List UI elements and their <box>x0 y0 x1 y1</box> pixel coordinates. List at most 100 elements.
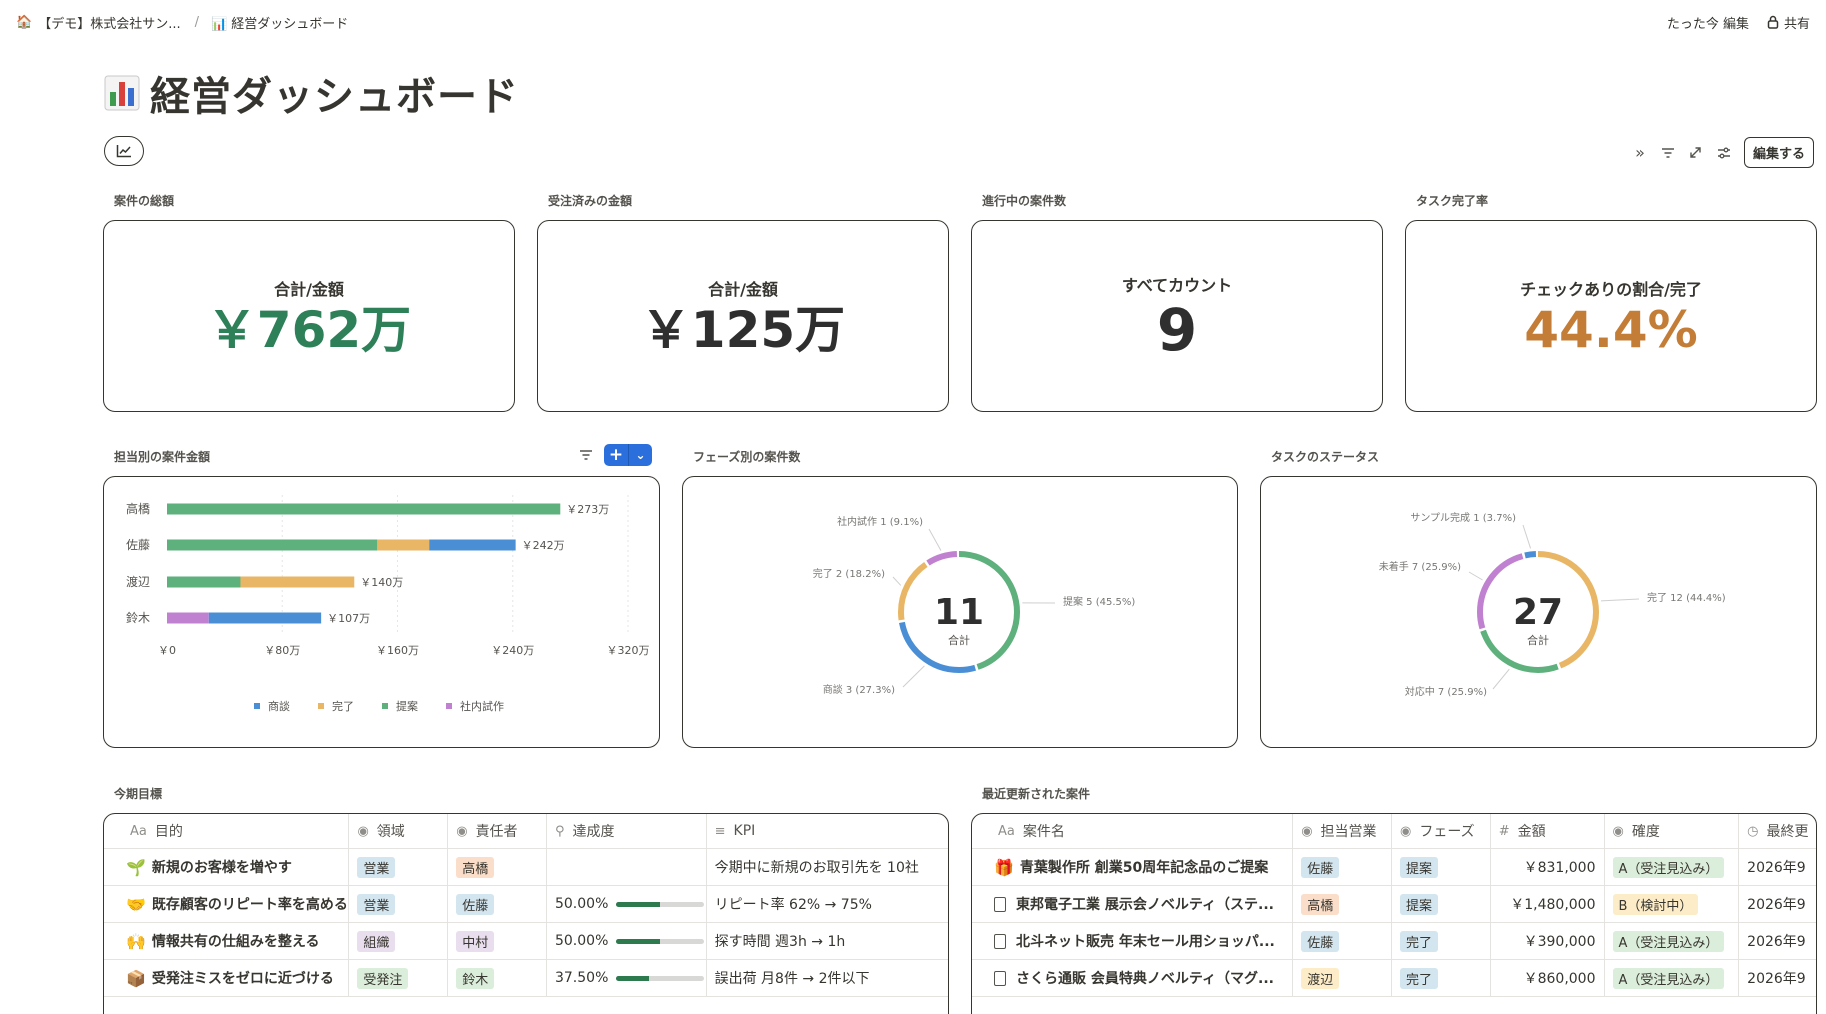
goal-name-cell[interactable]: 🙌 情報共有の仕組みを整える <box>104 923 350 959</box>
deal-name-cell[interactable]: 北斗ネット販売 年末セール用ショッパ... <box>972 923 1294 959</box>
bar-segment[interactable] <box>377 539 430 551</box>
goal-kpi: 今期中に新規のお取引先を 10社 <box>714 860 919 876</box>
deal-row[interactable]: 東邦電子工業 展示会ノベルティ（ステ... 高橋 提案 ￥1,480,000 B（検討中… <box>972 886 1816 923</box>
deal-phase-cell[interactable]: 提案 <box>1392 886 1491 922</box>
goals-col-kpi[interactable]: ≡ KPI <box>707 814 948 848</box>
recent-col-amount[interactable]: # 金額 <box>1491 814 1605 848</box>
deal-confidence-cell[interactable]: A（受注見込み） <box>1605 849 1740 885</box>
deal-confidence-cell[interactable]: B（検討中） <box>1605 886 1740 922</box>
bar-segment[interactable] <box>429 539 516 551</box>
recent-col-name[interactable]: Aa 案件名 <box>972 814 1294 848</box>
double-chevron-icon[interactable]: » <box>1632 143 1648 162</box>
slice-label: サンプル完成 1 (3.7%) <box>1410 511 1516 524</box>
goal-owner-cell[interactable]: 中村 <box>448 923 547 959</box>
deal-rep-cell[interactable]: 佐藤 <box>1293 849 1392 885</box>
recent-col-confidence[interactable]: ◉ 確度 <box>1605 814 1740 848</box>
deal-name-cell[interactable]: さくら通販 会員特典ノベルティ（マグ... <box>972 960 1294 996</box>
goal-owner-cell[interactable]: 佐藤 <box>448 886 547 922</box>
phase-donut-card[interactable]: 提案 5 (45.5%) 商談 3 (27.3%) 完了 2 (18.2%) 社内試作… <box>682 476 1238 748</box>
deal-row[interactable]: さくら通販 会員特典ノベルティ（マグ... 渡辺 完了 ￥860,000 A（受注見込み… <box>972 960 1816 997</box>
add-button[interactable]: + <box>604 444 628 466</box>
goal-progress-cell[interactable] <box>547 849 707 885</box>
bar-segment[interactable] <box>167 612 209 624</box>
goal-area-cell[interactable]: 受発注 <box>349 960 449 996</box>
filter-icon[interactable] <box>1660 145 1676 161</box>
recent-deals-table: Aa 案件名 ◉ 担当営業 ◉ フェーズ # 金額 ◉ 確度 ◷ 最終更 🎁 青葉製作所 創業… <box>971 813 1817 1014</box>
kpi-card-active[interactable]: すべてカウント 9 <box>971 220 1383 412</box>
goals-col-progress[interactable]: ⚲ 達成度 <box>547 814 707 848</box>
goal-row[interactable]: 🙌 情報共有の仕組みを整える 組織 中村 50.00% 探す時間 週3h → 1h <box>104 923 948 960</box>
deal-amount-cell[interactable]: ￥860,000 <box>1491 960 1605 996</box>
goal-kpi-cell[interactable]: 今期中に新規のお取引先を 10社 <box>707 849 948 885</box>
deal-amount-cell[interactable]: ￥1,480,000 <box>1491 886 1605 922</box>
deal-confidence-cell[interactable]: A（受注見込み） <box>1605 960 1740 996</box>
filter-icon[interactable] <box>578 447 594 463</box>
kpi-card-total[interactable]: 合計/金額 ￥762万 <box>103 220 515 412</box>
goal-area-cell[interactable]: 営業 <box>349 886 449 922</box>
goals-col-area[interactable]: ◉ 領域 <box>349 814 449 848</box>
deal-phase-cell[interactable]: 提案 <box>1392 849 1491 885</box>
bar-chart-emoji-icon <box>104 75 140 111</box>
breadcrumb-workspace[interactable]: 【デモ】株式会社サン... <box>38 13 180 32</box>
goals-col-owner[interactable]: ◉ 責任者 <box>448 814 547 848</box>
kpi-caption: 合計/金額 <box>274 279 344 299</box>
deal-name-cell[interactable]: 東邦電子工業 展示会ノベルティ（ステ... <box>972 886 1294 922</box>
settings-sliders-icon[interactable] <box>1716 145 1732 161</box>
bar-segment[interactable] <box>208 612 322 624</box>
bar-segment[interactable] <box>240 576 355 588</box>
recent-col-rep[interactable]: ◉ 担当営業 <box>1293 814 1392 848</box>
category-label: 佐藤 <box>126 538 150 552</box>
edit-button[interactable]: 編集する <box>1743 137 1814 168</box>
expand-icon[interactable] <box>1688 145 1704 161</box>
task-chart-label: タスクのステータス <box>1271 450 1380 464</box>
breadcrumb-page[interactable]: 📊 経営ダッシュボード <box>211 13 348 32</box>
goal-area-cell[interactable]: 営業 <box>349 849 449 885</box>
goal-kpi-cell[interactable]: 探す時間 週3h → 1h <box>707 923 948 959</box>
goal-progress-cell[interactable]: 50.00% <box>547 886 707 922</box>
kpi-card-task-rate[interactable]: チェックありの割合/完了 44.4% <box>1405 220 1817 412</box>
goal-kpi-cell[interactable]: リピート率 62% → 75% <box>707 886 948 922</box>
breadcrumb-separator: / <box>194 14 199 30</box>
add-dropdown-button[interactable]: ⌄ <box>628 444 652 466</box>
deal-rep-cell[interactable]: 高橋 <box>1293 886 1392 922</box>
deal-updated-cell[interactable]: 2026年9 <box>1739 886 1816 922</box>
goal-name-cell[interactable]: 🌱 新規のお客様を増やす <box>104 849 350 885</box>
home-icon: 🏠 <box>16 14 33 30</box>
goal-row[interactable]: 📦 受発注ミスをゼロに近づける 受発注 鈴木 37.50% 誤出荷 月8件 → 2件以下 <box>104 960 948 997</box>
deal-amount-cell[interactable]: ￥390,000 <box>1491 923 1605 959</box>
recent-col-updated[interactable]: ◷ 最終更 <box>1739 814 1816 848</box>
task-donut-card[interactable]: 完了 12 (44.4%) 対応中 7 (25.9%) 未着手 7 (25.9%) サ… <box>1260 476 1817 748</box>
deal-phase-cell[interactable]: 完了 <box>1392 923 1491 959</box>
goal-row[interactable]: 🤝 既存顧客のリピート率を高める 営業 佐藤 50.00% リピート率 62% → 75% <box>104 886 948 923</box>
bar-segment[interactable] <box>167 539 378 551</box>
deal-confidence-cell[interactable]: A（受注見込み） <box>1605 923 1740 959</box>
goal-owner-cell[interactable]: 鈴木 <box>448 960 547 996</box>
goal-name-cell[interactable]: 🤝 既存顧客のリピート率を高める <box>104 886 350 922</box>
bar-chart-card[interactable]: ￥0 ￥80万 ￥160万 ￥240万 ￥320万 高橋 ￥273万 佐藤 ￥242万 渡辺 ￥14… <box>103 476 660 748</box>
bar-segment[interactable] <box>167 503 561 515</box>
goal-owner-cell[interactable]: 高橋 <box>448 849 547 885</box>
goal-kpi-cell[interactable]: 誤出荷 月8件 → 2件以下 <box>707 960 948 996</box>
goal-area-cell[interactable]: 組織 <box>349 923 449 959</box>
recent-col-phase[interactable]: ◉ フェーズ <box>1392 814 1491 848</box>
deal-updated-cell[interactable]: 2026年9 <box>1739 960 1816 996</box>
share-button[interactable]: 共有 <box>1767 13 1810 32</box>
deal-updated-cell[interactable]: 2026年9 <box>1739 923 1816 959</box>
deal-name-cell[interactable]: 🎁 青葉製作所 創業50周年記念品のご提案 <box>972 849 1294 885</box>
slice-leader-line <box>928 528 942 551</box>
goal-name-cell[interactable]: 📦 受発注ミスをゼロに近づける <box>104 960 350 996</box>
kpi-card-won[interactable]: 合計/金額 ￥125万 <box>537 220 949 412</box>
goal-row[interactable]: 🌱 新規のお客様を増やす 営業 高橋 今期中に新規のお取引先を 10社 <box>104 849 948 886</box>
bar-segment[interactable] <box>167 576 241 588</box>
deal-rep-cell[interactable]: 佐藤 <box>1293 923 1392 959</box>
goal-progress-cell[interactable]: 50.00% <box>547 923 707 959</box>
deal-amount-cell[interactable]: ￥831,000 <box>1491 849 1605 885</box>
goal-progress-cell[interactable]: 37.50% <box>547 960 707 996</box>
deal-row[interactable]: 🎁 青葉製作所 創業50周年記念品のご提案 佐藤 提案 ￥831,000 A（受注見込み）… <box>972 849 1816 886</box>
deal-row[interactable]: 北斗ネット販売 年末セール用ショッパ... 佐藤 完了 ￥390,000 A（受注見込み… <box>972 923 1816 960</box>
deal-phase-cell[interactable]: 完了 <box>1392 960 1491 996</box>
deal-updated-cell[interactable]: 2026年9 <box>1739 849 1816 885</box>
deal-rep-cell[interactable]: 渡辺 <box>1293 960 1392 996</box>
chart-view-button[interactable] <box>104 136 144 166</box>
goals-col-name[interactable]: Aa 目的 <box>104 814 350 848</box>
